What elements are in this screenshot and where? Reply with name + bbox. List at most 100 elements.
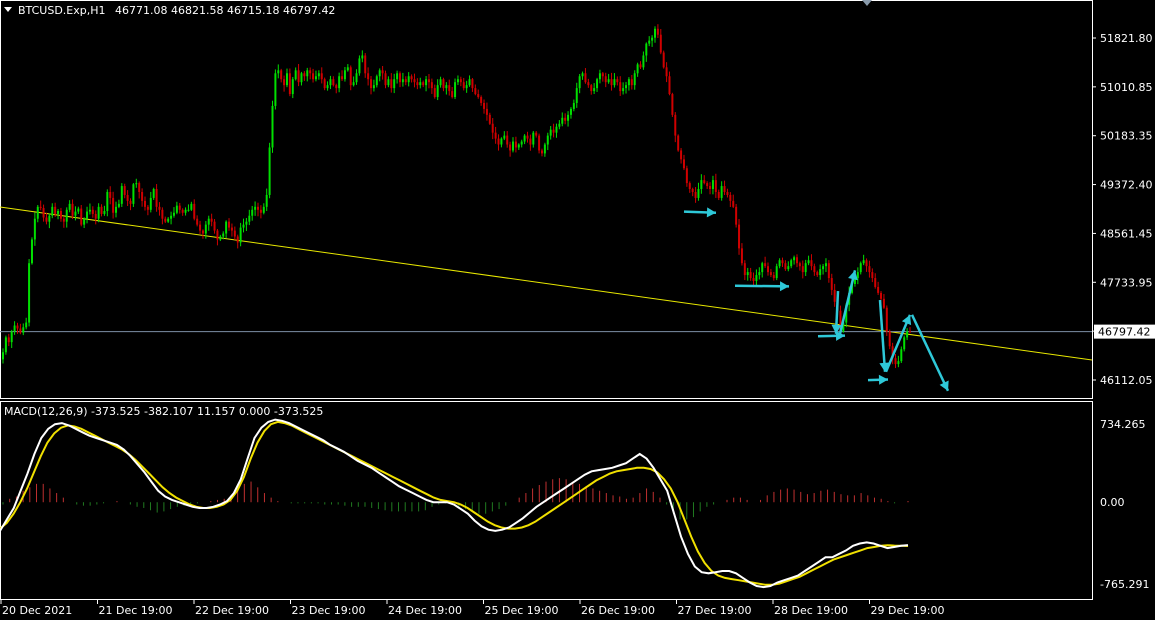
candle-body bbox=[277, 70, 280, 74]
candle-body bbox=[242, 224, 245, 228]
candle-body bbox=[735, 206, 738, 225]
candle-body bbox=[784, 263, 787, 270]
candle-body bbox=[758, 272, 761, 276]
candle-body bbox=[506, 135, 509, 145]
candle-body bbox=[83, 218, 86, 225]
candle-body bbox=[798, 263, 801, 267]
candle-body bbox=[538, 135, 541, 151]
candle bbox=[538, 133, 541, 154]
candle-body bbox=[135, 183, 138, 185]
candle-body bbox=[648, 40, 651, 44]
candle-body bbox=[651, 37, 654, 41]
candle-body bbox=[384, 73, 387, 86]
candle-body bbox=[604, 76, 607, 83]
candle bbox=[30, 237, 33, 265]
candle-body bbox=[732, 200, 735, 207]
candle-body bbox=[381, 70, 384, 74]
price-tick-label: 47733.95 bbox=[1100, 276, 1153, 289]
candle-body bbox=[520, 141, 523, 145]
candle bbox=[662, 50, 665, 69]
price-tick-label: 49372.40 bbox=[1100, 179, 1153, 192]
candle bbox=[4, 335, 7, 355]
candle-body bbox=[361, 55, 364, 59]
candle-body bbox=[109, 191, 112, 198]
candle-body bbox=[625, 85, 628, 89]
candle-body bbox=[711, 180, 714, 190]
candle-body bbox=[627, 79, 630, 86]
chart-canvas[interactable]: BTCUSD.Exp,H1 46771.08 46821.58 46715.18… bbox=[0, 0, 1155, 620]
candle-body bbox=[248, 215, 251, 222]
candle-body bbox=[656, 28, 659, 35]
candle-body bbox=[187, 209, 190, 211]
candle-body bbox=[306, 70, 309, 77]
candle bbox=[132, 183, 135, 207]
candle-body bbox=[465, 85, 468, 89]
candle-body bbox=[532, 132, 535, 145]
candle-body bbox=[833, 289, 836, 302]
candle-body bbox=[485, 108, 488, 115]
current-price-label: 46797.42 bbox=[1098, 326, 1151, 339]
candle-body bbox=[868, 266, 871, 273]
candle-body bbox=[335, 85, 338, 89]
candle-body bbox=[13, 325, 16, 332]
candle-body bbox=[341, 76, 344, 80]
candle-body bbox=[830, 278, 833, 290]
candle-body bbox=[787, 266, 790, 270]
candle-body bbox=[671, 94, 674, 115]
candle-body bbox=[767, 266, 770, 273]
candle-body bbox=[581, 73, 584, 77]
candle-body bbox=[143, 200, 146, 207]
candle-body bbox=[222, 233, 225, 237]
candle-body bbox=[906, 331, 909, 338]
candle-body bbox=[610, 79, 613, 86]
candle-body bbox=[442, 79, 445, 89]
candle-body bbox=[219, 236, 222, 240]
candle-body bbox=[746, 272, 749, 276]
candle-body bbox=[280, 70, 283, 80]
candle-body bbox=[717, 191, 720, 198]
candle-body bbox=[480, 97, 483, 103]
candle-body bbox=[251, 209, 254, 216]
candle-body bbox=[769, 272, 772, 276]
candle-body bbox=[894, 358, 897, 365]
candle-body bbox=[616, 79, 619, 83]
candle-body bbox=[300, 73, 303, 83]
candle-body bbox=[193, 203, 196, 219]
candle-body bbox=[355, 73, 358, 83]
candle-body bbox=[288, 73, 291, 95]
candle-body bbox=[54, 206, 57, 214]
candle-body bbox=[167, 218, 170, 222]
candle-body bbox=[772, 275, 775, 279]
candle-body bbox=[204, 224, 207, 234]
candle-body bbox=[285, 73, 288, 86]
candle-body bbox=[578, 76, 581, 89]
time-tick-label: 21 Dec 19:00 bbox=[99, 604, 173, 617]
candle-body bbox=[790, 260, 793, 267]
candle-body bbox=[462, 82, 465, 89]
candle-body bbox=[146, 206, 149, 210]
candle-body bbox=[390, 79, 393, 89]
candle-body bbox=[587, 82, 590, 86]
candle-body bbox=[795, 257, 798, 264]
candle-body bbox=[10, 331, 13, 343]
candle-body bbox=[28, 263, 31, 323]
candle-body bbox=[662, 52, 665, 68]
candle-body bbox=[729, 194, 732, 201]
candle-body bbox=[80, 208, 83, 225]
candle bbox=[271, 100, 274, 153]
candle-body bbox=[436, 85, 439, 98]
candle-body bbox=[880, 292, 883, 299]
candle-body bbox=[601, 73, 604, 77]
candle-body bbox=[401, 79, 404, 83]
candle-body bbox=[228, 221, 231, 228]
candle-body bbox=[329, 79, 332, 86]
candle-body bbox=[190, 203, 193, 210]
time-tick-label: 22 Dec 19:00 bbox=[195, 604, 269, 617]
candle-body bbox=[161, 209, 164, 219]
time-tick-label: 27 Dec 19:00 bbox=[678, 604, 752, 617]
candle-body bbox=[801, 266, 804, 273]
candle-body bbox=[42, 208, 45, 218]
candle-body bbox=[859, 263, 862, 273]
candle-body bbox=[514, 141, 517, 148]
candle-body bbox=[422, 82, 425, 86]
